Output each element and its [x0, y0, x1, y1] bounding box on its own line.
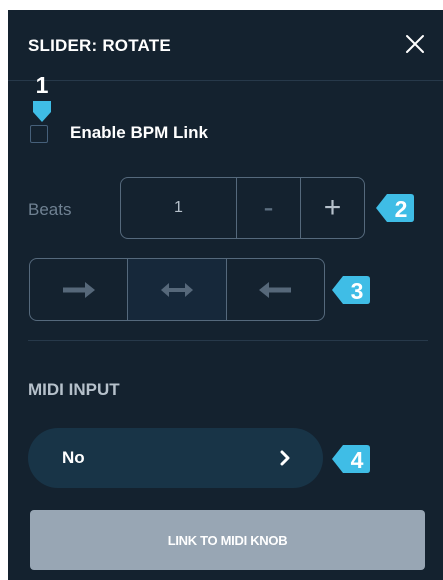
- arrow-right-icon: [62, 281, 95, 298]
- bpm-link-label: Enable BPM Link: [70, 123, 208, 142]
- panel-title: SLIDER: ROTATE: [28, 36, 171, 55]
- direction-left-option[interactable]: [225, 259, 324, 320]
- callout-number-2: 2: [394, 196, 408, 222]
- callout-number-1: 1: [35, 72, 49, 98]
- panel-header: SLIDER: ROTATE: [8, 10, 443, 81]
- section-divider: [28, 340, 428, 341]
- callout-number-4: 4: [350, 447, 364, 473]
- beats-label: Beats: [28, 200, 72, 219]
- midi-input-select[interactable]: No: [28, 428, 323, 488]
- direction-right-option[interactable]: [30, 259, 127, 320]
- beats-value: 1: [121, 178, 237, 238]
- beats-stepper: 1 - +: [120, 177, 365, 239]
- callout-marker-4: 4: [330, 442, 372, 476]
- midi-input-value: No: [62, 448, 85, 467]
- close-icon[interactable]: [403, 32, 427, 56]
- callout-marker-3: 3: [330, 273, 372, 307]
- callout-number-3: 3: [350, 278, 364, 304]
- direction-both-option[interactable]: [127, 259, 226, 320]
- midi-input-heading: MIDI INPUT: [28, 380, 120, 399]
- link-to-midi-knob-button[interactable]: LINK TO MIDI KNOB: [30, 510, 425, 570]
- arrow-down-icon: [33, 101, 51, 122]
- arrow-left-right-icon: [160, 282, 193, 297]
- slider-settings-panel: SLIDER: ROTATE 1 Enable BPM Link Beats 1…: [8, 10, 443, 580]
- arrow-left-icon: [259, 281, 292, 298]
- callout-marker-2: 2: [374, 191, 416, 225]
- beats-increment-button[interactable]: +: [301, 178, 364, 238]
- beats-decrement-button[interactable]: -: [237, 178, 301, 238]
- bpm-link-checkbox[interactable]: [30, 125, 48, 143]
- direction-selector: [29, 258, 325, 321]
- chevron-right-icon: [280, 450, 290, 466]
